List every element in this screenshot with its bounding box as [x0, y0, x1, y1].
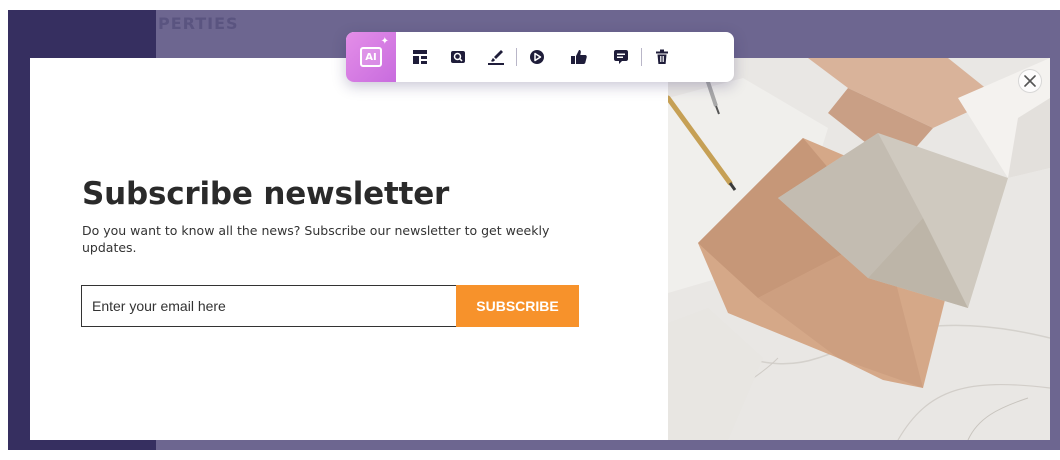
- newsletter-photo: [668, 58, 1050, 440]
- comment-button[interactable]: [605, 32, 637, 82]
- modal-content: Subscribe newsletter Do you want to know…: [82, 176, 602, 256]
- layout-icon: [413, 50, 427, 64]
- play-animation-button[interactable]: [521, 32, 553, 82]
- feedback-like-button[interactable]: [563, 32, 595, 82]
- play-icon: [530, 50, 544, 64]
- newsletter-signup-form: SUBSCRIBE: [81, 285, 579, 327]
- thumbs-up-icon: [571, 50, 587, 64]
- ai-icon: AI: [360, 47, 382, 67]
- preview-icon: [451, 51, 465, 63]
- editor-toolbar: AI ✦: [346, 32, 734, 82]
- modal-description: Do you want to know all the news? Subscr…: [82, 223, 550, 255]
- style-brush-button[interactable]: [480, 32, 512, 82]
- envelopes-illustration: [668, 58, 1050, 440]
- preview-button[interactable]: [442, 32, 474, 82]
- layout-button[interactable]: [404, 32, 436, 82]
- comment-icon: [614, 50, 628, 64]
- toolbar-divider: [641, 48, 642, 66]
- delete-button[interactable]: [646, 32, 678, 82]
- background-heading: PERTIES: [158, 14, 239, 33]
- toolbar-divider: [516, 48, 517, 66]
- ai-assistant-button[interactable]: AI ✦: [346, 32, 396, 82]
- newsletter-modal: Subscribe newsletter Do you want to know…: [30, 58, 1050, 440]
- trash-icon: [656, 49, 668, 64]
- sparkle-icon: ✦: [380, 36, 389, 47]
- subscribe-button[interactable]: SUBSCRIBE: [456, 285, 579, 327]
- email-input[interactable]: [81, 285, 456, 327]
- close-icon: [1024, 75, 1036, 87]
- modal-title: Subscribe newsletter: [82, 176, 450, 212]
- brush-icon: [488, 50, 504, 65]
- modal-close-button[interactable]: [1018, 69, 1042, 93]
